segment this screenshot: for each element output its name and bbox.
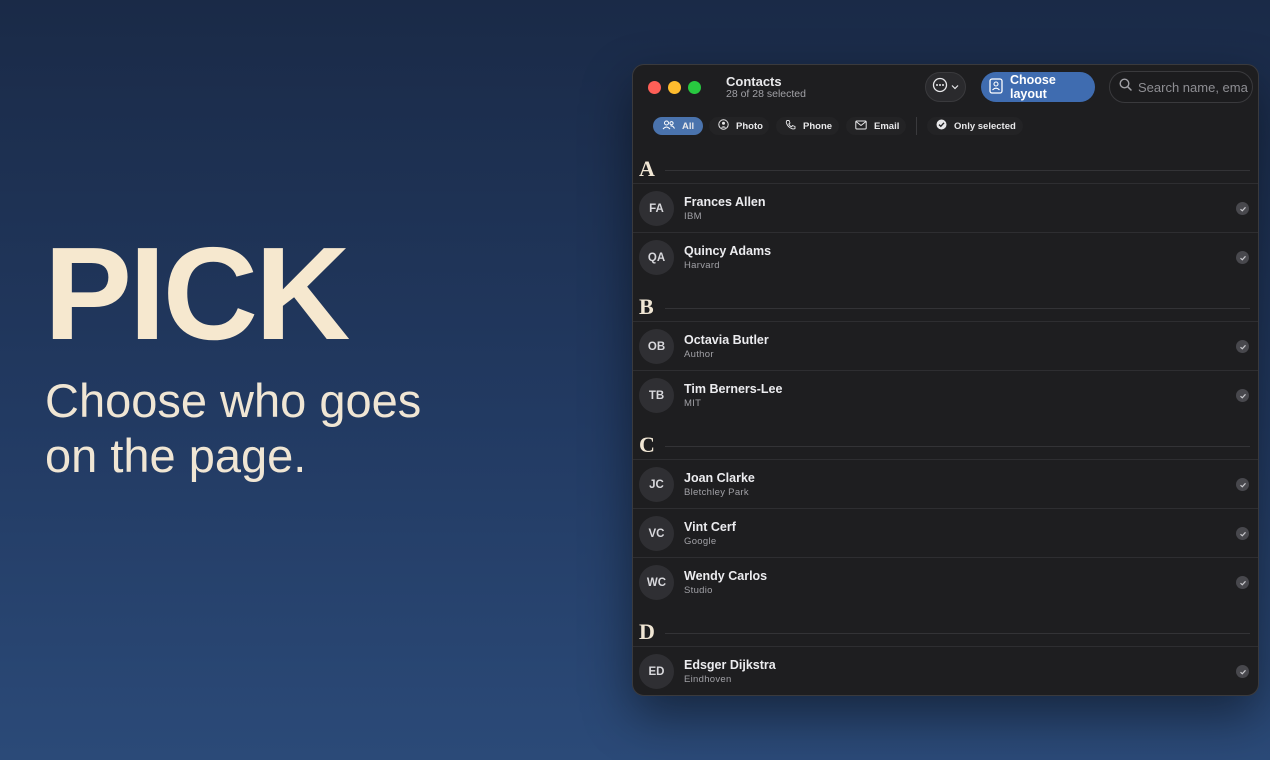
envelope-icon (855, 120, 867, 133)
document-icon (989, 77, 1003, 97)
contact-row[interactable]: FA Frances Allen IBM (633, 183, 1258, 232)
contact-row[interactable]: WC Wendy Carlos Studio (633, 557, 1258, 606)
filter-chip-only-selected[interactable]: Only selected (927, 117, 1023, 135)
contact-org: Studio (684, 585, 713, 596)
search-icon (1119, 78, 1132, 96)
filter-chip-photo-label: Photo (736, 120, 763, 132)
avatar: FA (639, 191, 674, 226)
title-bar: Contacts 28 of 28 selected Choose layout (633, 65, 1258, 109)
filter-chip-all[interactable]: All (653, 117, 703, 135)
contact-name: Frances Allen (684, 195, 766, 209)
ellipsis-circle-icon (932, 77, 948, 98)
section-header-b: B (633, 294, 1258, 319)
section-divider (665, 308, 1250, 309)
section-letter: A (639, 156, 655, 181)
selected-check-icon[interactable] (1236, 665, 1249, 678)
selected-check-icon[interactable] (1236, 389, 1249, 402)
contact-name: Vint Cerf (684, 520, 736, 534)
filter-chip-photo[interactable]: Photo (709, 117, 769, 135)
search-input[interactable] (1138, 79, 1248, 95)
chevron-down-icon (951, 78, 959, 96)
contact-row[interactable]: VC Vint Cerf Google (633, 508, 1258, 557)
section-divider (665, 633, 1250, 634)
filter-chip-all-label: All (682, 120, 695, 132)
selected-check-icon[interactable] (1236, 202, 1249, 215)
section-header-d: D (633, 619, 1258, 644)
section-letter: B (639, 294, 654, 319)
hero-subtitle: Choose who goes on the page. (45, 374, 422, 482)
filter-chip-only-selected-label: Only selected (954, 120, 1016, 132)
minimize-window-button[interactable] (668, 81, 681, 94)
contact-name: Octavia Butler (684, 333, 769, 347)
avatar: WC (639, 565, 674, 600)
maximize-window-button[interactable] (688, 81, 701, 94)
contact-name: Tim Berners-Lee (684, 382, 783, 396)
contact-org: Harvard (684, 260, 720, 271)
search-field[interactable] (1109, 71, 1253, 103)
filter-divider (916, 117, 917, 135)
contact-org: Author (684, 349, 714, 360)
selection-count: 28 of 28 selected (726, 88, 806, 100)
contact-org: Google (684, 536, 717, 547)
contact-row[interactable]: TB Tim Berners-Lee MIT (633, 370, 1258, 419)
section-header-c: C (633, 432, 1258, 457)
filter-bar: All Photo Phone Email Only selected (633, 117, 1258, 137)
contact-name: Joan Clarke (684, 471, 755, 485)
contact-org: MIT (684, 398, 702, 409)
contact-row[interactable]: OB Octavia Butler Author (633, 321, 1258, 370)
filter-chip-email-label: Email (874, 120, 900, 132)
contact-row[interactable]: QA Quincy Adams Harvard (633, 232, 1258, 281)
filter-chip-email[interactable]: Email (846, 117, 906, 135)
people-icon (662, 120, 675, 133)
avatar: QA (639, 240, 674, 275)
section-letter: C (639, 432, 655, 457)
contact-org: IBM (684, 211, 702, 222)
choose-layout-label: Choose layout (1010, 73, 1056, 101)
phone-icon (785, 119, 796, 133)
filter-chip-phone-label: Phone (803, 120, 833, 132)
selected-check-icon[interactable] (1236, 251, 1249, 264)
avatar: JC (639, 467, 674, 502)
filter-chip-phone[interactable]: Phone (776, 117, 839, 135)
contact-name: Wendy Carlos (684, 569, 768, 583)
choose-layout-button[interactable]: Choose layout (981, 72, 1095, 102)
window-title: Contacts (726, 74, 782, 89)
contact-row[interactable]: JC Joan Clarke Bletchley Park (633, 459, 1258, 508)
section-letter: D (639, 619, 655, 644)
contacts-window: Contacts 28 of 28 selected Choose layout (632, 64, 1259, 696)
avatar: ED (639, 654, 674, 689)
selected-check-icon[interactable] (1236, 576, 1249, 589)
avatar: VC (639, 516, 674, 551)
selected-check-icon[interactable] (1236, 340, 1249, 353)
section-divider (665, 170, 1250, 171)
contact-name: Quincy Adams (684, 244, 772, 258)
hero-title: PICK (44, 220, 350, 367)
more-options-button[interactable] (925, 72, 966, 102)
contact-org: Bletchley Park (684, 487, 749, 498)
person-circle-icon (718, 119, 729, 133)
checkmark-circle-icon (936, 119, 947, 133)
selected-check-icon[interactable] (1236, 527, 1249, 540)
contact-row[interactable]: ED Edsger Dijkstra Eindhoven (633, 646, 1258, 695)
contact-name: Edsger Dijkstra (684, 658, 776, 672)
close-window-button[interactable] (648, 81, 661, 94)
avatar: OB (639, 329, 674, 364)
section-header-a: A (633, 156, 1258, 181)
avatar: TB (639, 378, 674, 413)
selected-check-icon[interactable] (1236, 478, 1249, 491)
contact-org: Eindhoven (684, 674, 732, 685)
section-divider (665, 446, 1250, 447)
